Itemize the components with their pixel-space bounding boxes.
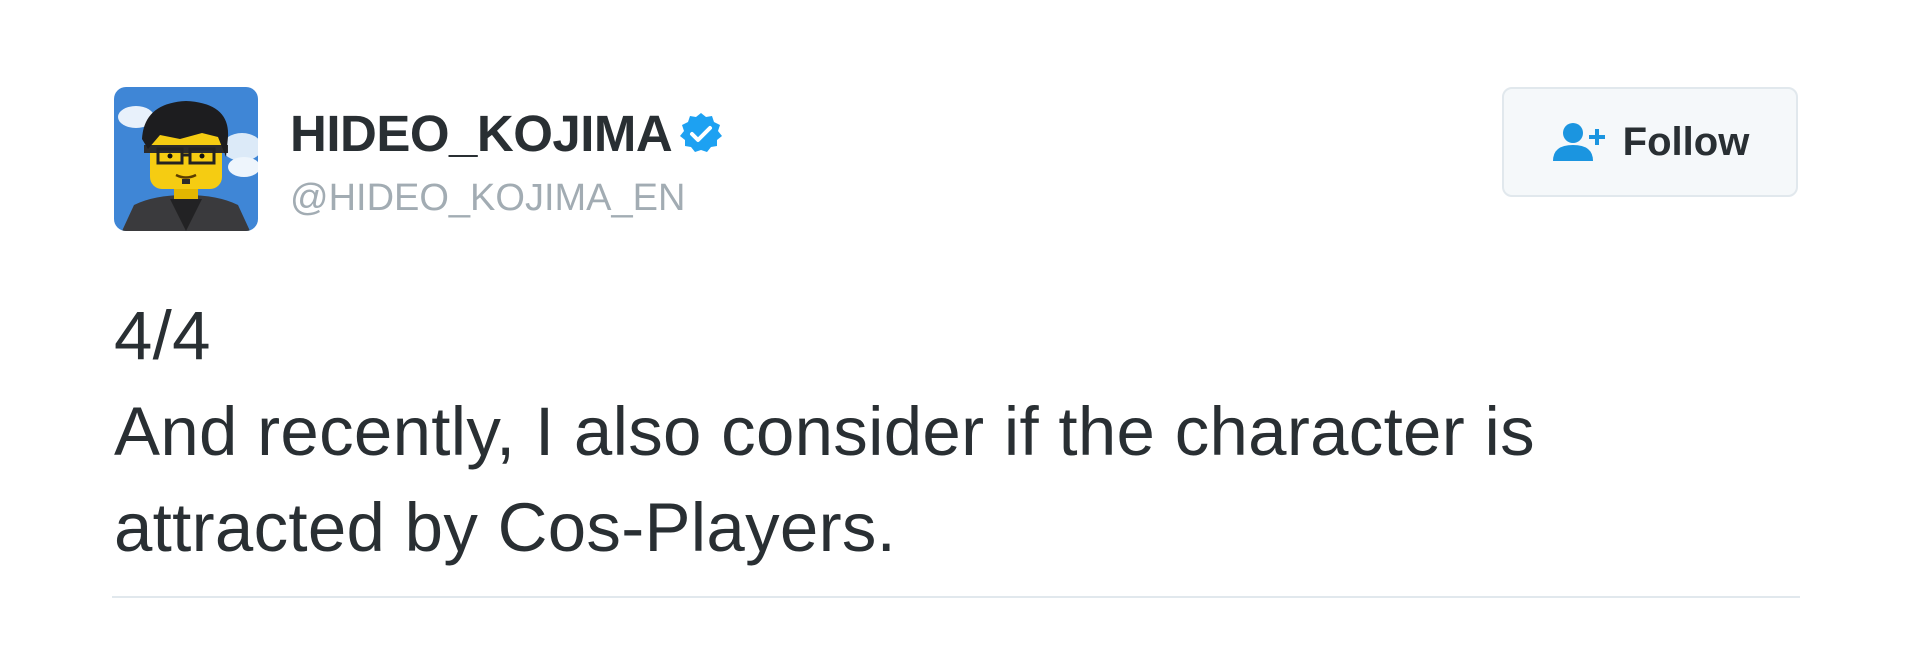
verified-badge-icon	[678, 111, 724, 157]
divider	[112, 596, 1800, 598]
avatar[interactable]	[114, 87, 258, 231]
tweet-text-line: attracted by Cos-Players.	[114, 489, 897, 566]
display-name[interactable]: HIDEO_KOJIMA	[290, 104, 673, 164]
follow-button-label: Follow	[1622, 119, 1750, 164]
lego-minifig-avatar-image	[114, 87, 258, 231]
follow-person-plus-icon	[1551, 121, 1607, 163]
tweet-card: HIDEO_KOJIMA @HIDEO_KOJIMA_EN Follow 4/4…	[0, 0, 1920, 665]
author-handle[interactable]: @HIDEO_KOJIMA_EN	[290, 175, 685, 221]
tweet-text-line: 4/4	[114, 297, 211, 374]
author-name-row: HIDEO_KOJIMA	[290, 104, 724, 164]
follow-button[interactable]: Follow	[1502, 87, 1798, 197]
tweet-text-line: And recently, I also consider if the cha…	[114, 393, 1535, 470]
tweet-text: 4/4 And recently, I also consider if the…	[114, 288, 1814, 576]
